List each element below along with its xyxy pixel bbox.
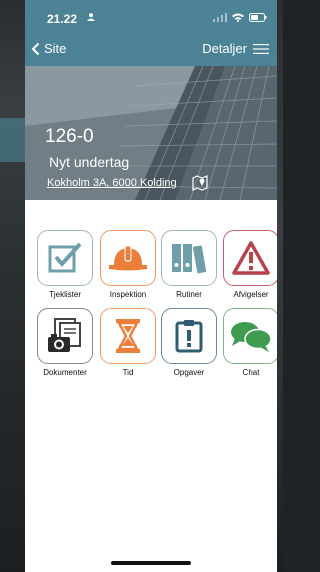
tile-label: Opgaver <box>173 368 205 377</box>
background-strip <box>0 118 26 162</box>
task-clipboard-icon <box>175 320 203 353</box>
tile-inspektion-box <box>100 230 156 286</box>
chat-bubbles-icon <box>231 322 272 352</box>
tile-chat-box <box>223 308 277 364</box>
status-time: 21.22 <box>47 12 78 26</box>
tile-opgaver-box <box>161 308 217 364</box>
tile-tid[interactable]: Tid <box>98 308 158 377</box>
tile-opgaver[interactable]: Opgaver <box>159 308 219 377</box>
back-button[interactable]: Site <box>31 41 66 56</box>
site-hero: 126-0 Nyt undertag Kokholm 3A, 6000 Kold… <box>25 66 277 200</box>
status-indicators <box>213 13 267 22</box>
documents-camera-icon <box>48 318 81 352</box>
tile-tid-box <box>100 308 156 364</box>
tile-inspektion[interactable]: Inspektion <box>98 230 158 299</box>
tile-label: Tid <box>122 368 134 377</box>
status-bar: 21.22 <box>25 0 277 34</box>
warning-icon <box>232 241 270 275</box>
person-icon <box>87 13 95 21</box>
map-icon[interactable] <box>192 175 208 191</box>
site-title: Nyt undertag <box>49 154 130 170</box>
hard-hat-icon <box>109 245 147 271</box>
tile-chat[interactable]: Chat <box>221 308 277 377</box>
signal-icon <box>213 13 227 22</box>
back-button-label: Site <box>44 41 67 56</box>
tile-dokumenter[interactable]: Dokumenter <box>35 308 95 377</box>
binders-icon <box>172 244 207 274</box>
tile-label: Afvigelser <box>233 290 269 299</box>
chevron-left-icon <box>31 42 40 55</box>
navigation-bar: Site Detaljer <box>25 34 277 66</box>
tile-label: Inspektion <box>109 290 147 299</box>
battery-icon <box>249 13 267 22</box>
tile-afvigelser-box <box>223 230 277 286</box>
tile-label: Chat <box>242 368 260 377</box>
phone-screen: 21.22 Site Detaljer 126-0 Nyt undertag K… <box>25 0 277 572</box>
details-button[interactable]: Detaljer <box>202 41 269 56</box>
site-code: 126-0 <box>45 126 94 147</box>
tile-rutiner-box <box>161 230 217 286</box>
tile-dokumenter-box <box>37 308 93 364</box>
menu-icon <box>253 43 269 54</box>
tile-rutiner[interactable]: Rutiner <box>159 230 219 299</box>
hourglass-icon <box>116 319 140 353</box>
details-button-label: Detaljer <box>202 41 247 56</box>
tile-afvigelser[interactable]: Afvigelser <box>221 230 277 299</box>
tile-tjeklister[interactable]: Tjeklister <box>35 230 95 299</box>
checklist-icon <box>48 242 82 273</box>
site-address-link[interactable]: Kokholm 3A, 6000 Kolding <box>47 177 177 189</box>
tile-label: Tjeklister <box>48 290 81 299</box>
tile-tjeklister-box <box>37 230 93 286</box>
background-right <box>277 0 283 572</box>
tile-label: Rutiner <box>176 290 202 299</box>
wifi-icon <box>232 13 244 22</box>
home-indicator[interactable] <box>111 561 191 565</box>
tile-label: Dokumenter <box>43 368 87 377</box>
